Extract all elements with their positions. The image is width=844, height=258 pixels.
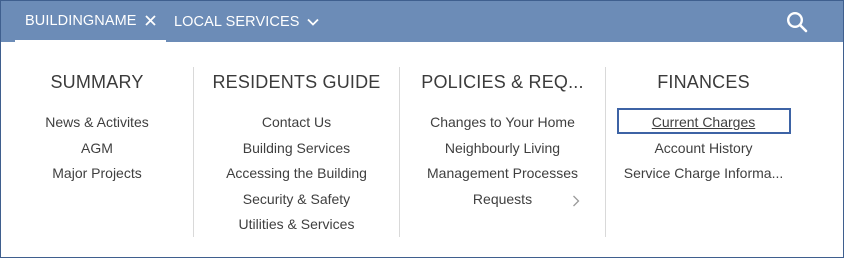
menu-item-label: Neighbourly Living [444, 139, 561, 156]
menu-item-utilities-services[interactable]: Utilities & Services [194, 212, 399, 238]
column-finances: FINANCES Current Charges Account History… [606, 61, 801, 187]
menu-item-major-projects[interactable]: Major Projects [1, 161, 193, 187]
menu-item-management-processes[interactable]: Management Processes [400, 161, 605, 187]
tab-local-services[interactable]: LOCAL SERVICES [164, 1, 329, 42]
menu-item-label: Service Charge Informa... [623, 165, 784, 182]
mega-menu: BUILDINGNAME LOCAL SERVICES SUMMARY News… [0, 0, 844, 258]
menu-item-label: AGM [81, 139, 113, 156]
chevron-right-icon [573, 195, 580, 207]
top-nav-bar: BUILDINGNAME LOCAL SERVICES [1, 1, 843, 42]
focus-outline: Current Charges [616, 108, 791, 134]
menu-item-agm[interactable]: AGM [1, 136, 193, 162]
menu-item-label: Management Processes [427, 165, 578, 182]
menu-item-label: Building Services [242, 139, 351, 156]
menu-item-label: Current Charges [651, 114, 756, 130]
menu-item-contact-us[interactable]: Contact Us [194, 110, 399, 136]
close-icon[interactable] [144, 15, 156, 26]
menu-item-account-history[interactable]: Account History [606, 136, 801, 162]
menu-item-label: Requests [472, 190, 533, 207]
column-title-summary: SUMMARY [50, 72, 144, 92]
menu-item-requests[interactable]: Requests [400, 187, 605, 213]
column-title-residents-guide: RESIDENTS GUIDE [212, 72, 381, 92]
menu-item-label: Account History [654, 139, 753, 156]
menu-item-neighbourly-living[interactable]: Neighbourly Living [400, 136, 605, 162]
column-title-finances: FINANCES [657, 72, 750, 92]
menu-item-label: News & Activites [45, 114, 149, 130]
column-summary: SUMMARY News & Activites AGM Major Proje… [1, 61, 193, 187]
column-residents-guide: RESIDENTS GUIDE Contact Us Building Serv… [194, 61, 399, 238]
column-title-policies: POLICIES & REQ... [421, 72, 584, 92]
menu-item-label: Security & Safety [242, 190, 351, 207]
menu-item-current-charges[interactable]: Current Charges [606, 108, 801, 136]
menu-item-label: Changes to Your Home [430, 114, 575, 130]
menu-item-label: Contact Us [261, 114, 332, 130]
menu-item-building-services[interactable]: Building Services [194, 136, 399, 162]
menu-item-accessing-building[interactable]: Accessing the Building [194, 161, 399, 187]
menu-item-label: Utilities & Services [238, 216, 355, 233]
menu-item-news[interactable]: News & Activites [1, 110, 193, 136]
tab-buildingname[interactable]: BUILDINGNAME [15, 1, 166, 42]
menu-item-label: Accessing the Building [226, 165, 367, 182]
menu-item-changes-to-home[interactable]: Changes to Your Home [400, 110, 605, 136]
tab-local-services-label: LOCAL SERVICES [174, 13, 300, 30]
menu-item-security-safety[interactable]: Security & Safety [194, 187, 399, 213]
column-policies: POLICIES & REQ... Changes to Your Home N… [400, 61, 605, 212]
chevron-down-icon [306, 18, 319, 26]
tab-buildingname-label: BUILDINGNAME [25, 12, 137, 29]
menu-item-service-charge-info[interactable]: Service Charge Informa... [606, 161, 801, 187]
search-icon[interactable] [786, 11, 808, 33]
menu-item-label: Major Projects [52, 165, 142, 182]
